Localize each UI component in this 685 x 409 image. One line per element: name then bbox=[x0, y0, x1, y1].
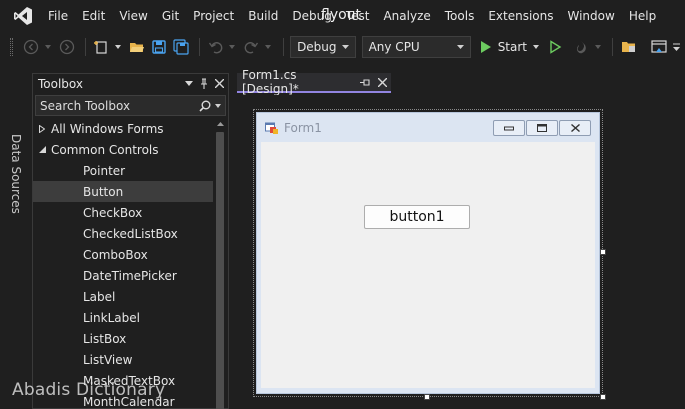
toolbox-item-label[interactable]: Label bbox=[33, 286, 213, 307]
new-project-dropdown-icon[interactable] bbox=[113, 37, 123, 57]
toolbox-search-input[interactable]: Search Toolbox bbox=[35, 95, 226, 116]
toolbar-separator bbox=[198, 38, 200, 56]
form-app-icon bbox=[265, 121, 279, 135]
maximize-icon bbox=[537, 124, 547, 132]
menu-extensions[interactable]: Extensions bbox=[481, 0, 560, 32]
form-client-area[interactable] bbox=[261, 142, 595, 388]
solution-configuration-value: Debug bbox=[297, 40, 337, 54]
solution-platform-combo[interactable]: Any CPU bbox=[361, 36, 471, 58]
menu-help[interactable]: Help bbox=[622, 0, 663, 32]
menu-analyze[interactable]: Analyze bbox=[376, 0, 437, 32]
toolbox-search-placeholder: Search Toolbox bbox=[40, 98, 131, 113]
tab-form1-design[interactable]: Form1.cs [Design]* bbox=[237, 68, 391, 96]
toolbar-separator bbox=[283, 38, 285, 56]
toolbox-item-listview[interactable]: ListView bbox=[33, 349, 213, 370]
navigate-back-icon[interactable] bbox=[21, 37, 41, 57]
toolbox-scrollbar[interactable] bbox=[213, 118, 227, 409]
toolbox-item-checkbox[interactable]: CheckBox bbox=[33, 202, 213, 223]
pin-icon[interactable] bbox=[357, 78, 373, 87]
toolbox-item-pointer[interactable]: Pointer bbox=[33, 160, 213, 181]
form-maximize-button[interactable] bbox=[526, 120, 558, 136]
toolbox-group-label: Common Controls bbox=[51, 142, 159, 157]
open-folder-icon[interactable] bbox=[127, 37, 147, 57]
toolbox-panel: Toolbox Search Toolbox All Windows Forms… bbox=[32, 73, 229, 409]
toolbar-separator bbox=[612, 38, 614, 56]
button1-control[interactable]: button1 bbox=[364, 205, 470, 229]
toolbox-list: All Windows Forms Common Controls Pointe… bbox=[33, 118, 213, 409]
chevron-down-icon bbox=[341, 45, 349, 49]
resize-handle-bottom[interactable] bbox=[424, 394, 430, 400]
window-layout-icon[interactable] bbox=[649, 37, 669, 57]
navigate-forward-icon[interactable] bbox=[57, 37, 77, 57]
resize-handle-bottom-right[interactable] bbox=[600, 394, 606, 400]
start-without-debugging-icon[interactable] bbox=[545, 37, 565, 57]
menu-tools[interactable]: Tools bbox=[438, 0, 482, 32]
solution-configuration-combo[interactable]: Debug bbox=[290, 36, 356, 58]
new-project-icon[interactable] bbox=[92, 37, 112, 57]
undo-dropdown-icon[interactable] bbox=[227, 37, 237, 57]
collapsed-triangle-icon bbox=[39, 124, 51, 133]
start-label: Start bbox=[497, 40, 528, 54]
save-all-icon[interactable] bbox=[171, 37, 191, 57]
undo-icon[interactable] bbox=[206, 37, 226, 57]
menu-edit[interactable]: Edit bbox=[75, 0, 112, 32]
toolbox-item-checkedlistbox[interactable]: CheckedListBox bbox=[33, 223, 213, 244]
form-minimize-button[interactable] bbox=[493, 120, 525, 136]
toolbox-item-linklabel[interactable]: LinkLabel bbox=[33, 307, 213, 328]
side-tab-strip: Data Sources bbox=[0, 62, 30, 409]
pin-icon[interactable] bbox=[199, 78, 209, 89]
toolbar-overflow-icon[interactable] bbox=[671, 37, 681, 57]
hot-reload-dropdown-icon[interactable] bbox=[593, 37, 603, 57]
toolbox-item-datetimepicker[interactable]: DateTimePicker bbox=[33, 265, 213, 286]
toolbox-header: Toolbox bbox=[33, 73, 228, 93]
solution-platform-value: Any CPU bbox=[368, 40, 420, 54]
form1-window[interactable]: Form1 bbox=[256, 112, 600, 394]
form-title: Form1 bbox=[284, 121, 322, 135]
toolbox-item-listbox[interactable]: ListBox bbox=[33, 328, 213, 349]
data-sources-tab[interactable]: Data Sources bbox=[9, 134, 23, 214]
flyout-overlay-text: flyout bbox=[321, 7, 362, 23]
toolbar-grip[interactable] bbox=[10, 38, 13, 56]
toolbar-separator bbox=[84, 38, 86, 56]
minimize-icon bbox=[504, 126, 514, 131]
chevron-down-icon[interactable] bbox=[215, 103, 221, 108]
close-icon bbox=[570, 124, 580, 132]
menu-build[interactable]: Build bbox=[241, 0, 285, 32]
save-icon[interactable] bbox=[149, 37, 169, 57]
hot-reload-icon[interactable] bbox=[571, 37, 591, 57]
redo-dropdown-icon[interactable] bbox=[263, 37, 273, 57]
menu-window[interactable]: Window bbox=[561, 0, 622, 32]
close-icon[interactable] bbox=[373, 77, 391, 87]
visual-studio-logo-icon[interactable] bbox=[12, 5, 34, 27]
toolbox-group-label: All Windows Forms bbox=[51, 121, 164, 136]
toolbox-item-combobox[interactable]: ComboBox bbox=[33, 244, 213, 265]
menu-view[interactable]: View bbox=[112, 0, 154, 32]
expanded-triangle-icon bbox=[39, 146, 51, 153]
chevron-down-icon[interactable] bbox=[185, 81, 193, 86]
toolbox-group-all-windows-forms[interactable]: All Windows Forms bbox=[33, 118, 213, 139]
menu-project[interactable]: Project bbox=[186, 0, 241, 32]
redo-icon[interactable] bbox=[241, 37, 261, 57]
play-icon bbox=[480, 41, 491, 53]
watermark-text: Abadis Dictionary bbox=[12, 380, 166, 400]
start-dropdown-icon[interactable] bbox=[531, 37, 541, 57]
solution-explorer-icon[interactable] bbox=[619, 37, 639, 57]
form-close-button[interactable] bbox=[559, 120, 591, 136]
standard-toolbar: Debug Any CPU Start bbox=[0, 32, 685, 62]
toolbox-group-common-controls[interactable]: Common Controls bbox=[33, 139, 213, 160]
toolbox-title: Toolbox bbox=[38, 76, 83, 91]
resize-handle-right[interactable] bbox=[600, 249, 606, 255]
tab-title: Form1.cs [Design]* bbox=[242, 68, 299, 96]
navigate-back-dropdown-icon[interactable] bbox=[43, 37, 53, 57]
close-icon[interactable] bbox=[215, 79, 224, 88]
start-debugging-button[interactable]: Start bbox=[479, 40, 527, 54]
toolbox-item-button[interactable]: Button bbox=[33, 181, 213, 202]
form-title-bar: Form1 bbox=[257, 113, 599, 143]
scrollbar-thumb[interactable] bbox=[216, 132, 224, 409]
menu-git[interactable]: Git bbox=[155, 0, 186, 32]
chevron-down-icon bbox=[456, 45, 464, 49]
search-icon[interactable] bbox=[199, 100, 211, 112]
scroll-up-icon[interactable] bbox=[213, 118, 227, 130]
menu-file[interactable]: File bbox=[44, 0, 75, 32]
